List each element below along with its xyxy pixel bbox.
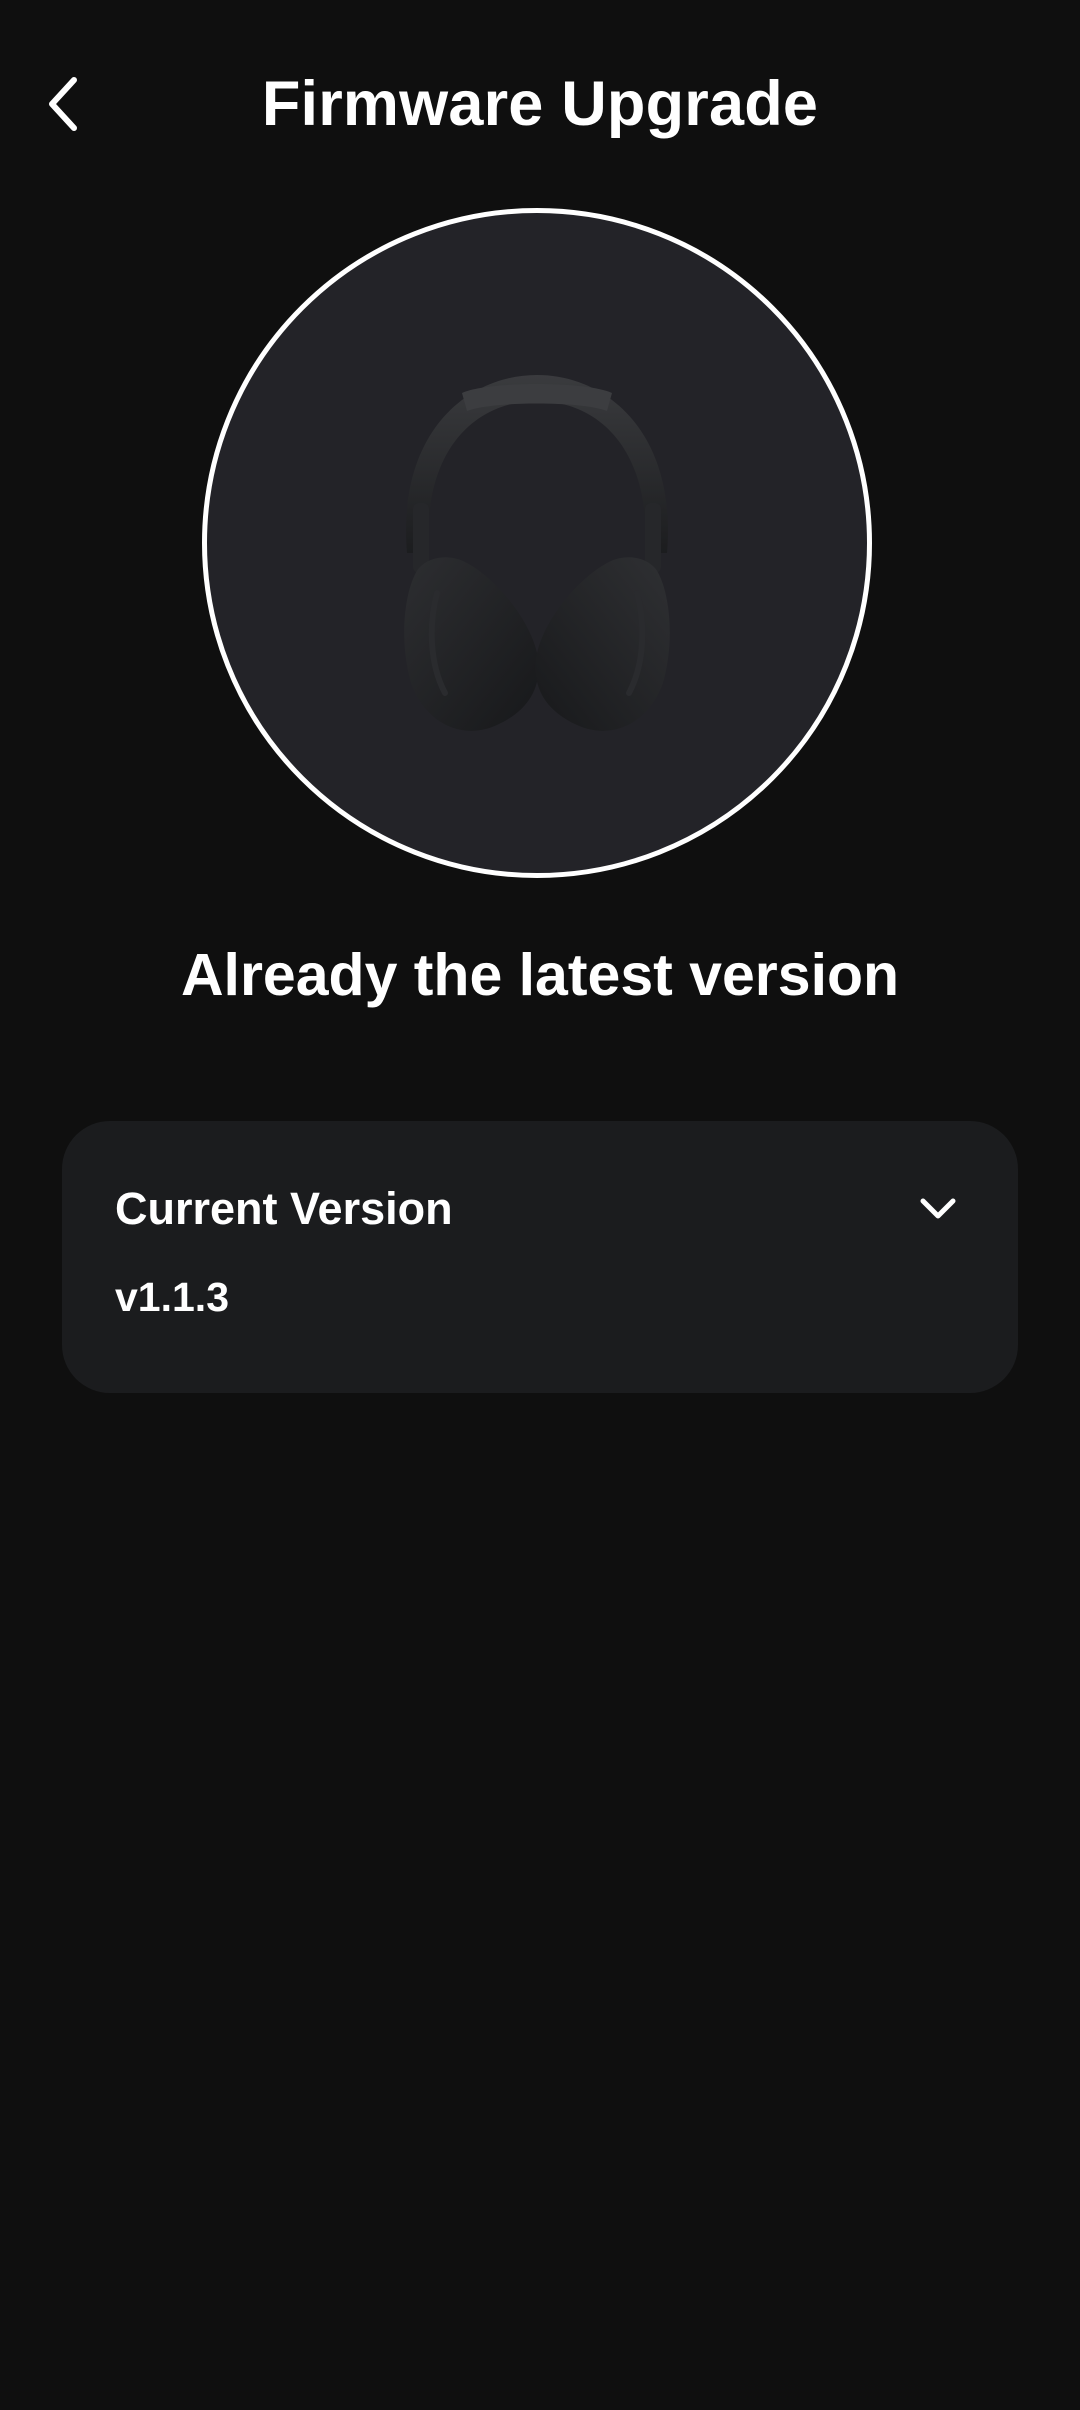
version-card: Current Version v1.1.3 [62,1121,1018,1393]
headphones-icon [404,375,670,731]
version-card-toggle[interactable]: Current Version [62,1121,1018,1291]
chevron-down-icon [916,1187,960,1231]
page-title: Firmware Upgrade [261,69,819,139]
status-message: Already the latest version [180,942,900,1008]
device-image-circle [202,208,872,878]
app-header: Firmware Upgrade [0,0,1080,210]
current-version-value: v1.1.3 [115,1274,229,1320]
current-version-label: Current Version [115,1183,453,1234]
